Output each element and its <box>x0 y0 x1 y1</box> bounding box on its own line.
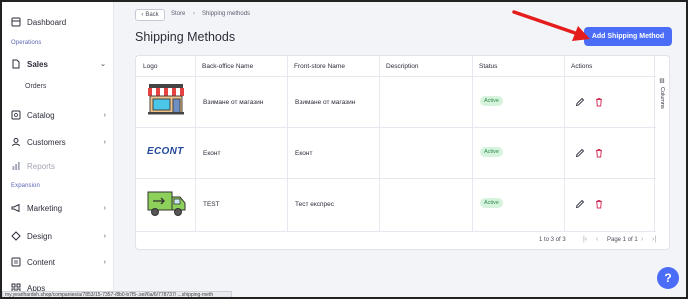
sidebar-item-label: Reports <box>27 161 56 171</box>
column-header-backoffice-name: Back-office Name <box>202 62 254 70</box>
browser-status-url: my.yearlhardeh.shop/companies/a/7853/15-… <box>2 291 232 299</box>
frontstore-name-cell: Еконт <box>295 150 313 157</box>
sidebar: Dashboard Operations Sales ⌄ Orders Cata… <box>2 2 114 297</box>
page-info: Page 1 of 1 <box>607 237 638 243</box>
backoffice-name-cell: Еконт <box>203 150 221 157</box>
columns-toggle[interactable]: ▥ Columns <box>659 78 665 109</box>
sidebar-item-label: Dashboard <box>27 17 67 27</box>
status-badge: Active <box>480 147 503 157</box>
last-page-icon[interactable]: ›| <box>652 236 656 243</box>
row-divider <box>136 178 656 179</box>
chevron-down-icon: ⌄ <box>100 61 106 68</box>
backoffice-name-cell: Взимане от магазин <box>203 99 264 106</box>
reports-icon <box>11 161 21 171</box>
chevron-right-icon: › <box>103 258 106 266</box>
sidebar-item-label: Catalog <box>27 110 55 120</box>
row-divider <box>136 127 656 128</box>
sidebar-item-label: Design <box>27 231 52 241</box>
column-divider <box>195 56 196 231</box>
header-divider <box>136 76 656 77</box>
chevron-left-icon: ‹ <box>141 12 144 18</box>
row-divider <box>136 231 656 232</box>
column-divider <box>472 56 473 231</box>
column-header-logo: Logo <box>143 62 158 70</box>
econt-logo: ECONT <box>147 146 184 157</box>
columns-icon: ▥ <box>659 78 665 84</box>
edit-icon[interactable] <box>575 199 585 209</box>
column-header-actions: Actions <box>571 62 593 70</box>
sidebar-item-reports[interactable]: Reports <box>2 156 114 176</box>
edit-icon[interactable] <box>575 97 585 107</box>
column-divider <box>564 56 565 231</box>
frontstore-name-cell: Взимане от магазин <box>295 99 356 106</box>
sidebar-item-label: Customers <box>27 137 66 147</box>
catalog-icon <box>11 110 21 120</box>
breadcrumb-separator: › <box>193 11 195 17</box>
sidebar-item-marketing[interactable]: Marketing › <box>2 198 114 218</box>
section-label-expansion: Expansion <box>11 183 40 189</box>
sidebar-item-customers[interactable]: Customers › <box>2 132 114 152</box>
sidebar-item-design[interactable]: Design › <box>2 226 114 246</box>
shipping-methods-table: Logo Back-office Name Front-store Name D… <box>135 55 670 250</box>
delete-icon[interactable] <box>594 148 604 158</box>
status-badge: Active <box>480 96 503 106</box>
sidebar-item-content[interactable]: Content › <box>2 252 114 272</box>
sidebar-item-label: Content <box>27 257 56 267</box>
first-page-icon[interactable]: |‹ <box>583 236 587 243</box>
sidebar-item-dashboard[interactable]: Dashboard <box>2 12 114 32</box>
store-logo-icon <box>148 84 184 115</box>
frontstore-name-cell: Тест експрес <box>295 201 335 208</box>
add-shipping-method-button[interactable]: Add Shipping Method <box>584 27 672 46</box>
sidebar-item-sales[interactable]: Sales ⌄ <box>2 54 114 74</box>
chevron-right-icon: › <box>103 204 106 212</box>
column-header-frontstore-name: Front-store Name <box>294 62 345 70</box>
delete-icon[interactable] <box>594 199 604 209</box>
page-title: Shipping Methods <box>135 30 236 44</box>
customers-icon <box>11 137 21 147</box>
annotation-arrow-icon <box>512 10 590 41</box>
sidebar-item-orders[interactable]: Orders <box>25 83 46 90</box>
back-button-label: Back <box>145 12 159 18</box>
file-icon <box>11 59 21 69</box>
backoffice-name-cell: TEST <box>203 201 220 208</box>
megaphone-icon <box>11 203 21 213</box>
next-page-icon[interactable]: › <box>641 236 643 243</box>
column-header-description: Description <box>386 62 419 70</box>
sidebar-item-catalog[interactable]: Catalog › <box>2 105 114 125</box>
sidebar-item-label: Sales <box>27 59 48 69</box>
section-label-operations: Operations <box>11 40 42 46</box>
pagination-range: 1 to 3 of 3 <box>539 237 566 243</box>
delete-icon[interactable] <box>594 97 604 107</box>
sidebar-item-label: Marketing <box>27 203 63 213</box>
chevron-right-icon: › <box>103 111 106 119</box>
breadcrumb-current: Shipping methods <box>202 11 251 17</box>
van-logo-icon <box>147 191 186 216</box>
status-badge: Active <box>480 198 503 208</box>
column-divider <box>379 56 380 231</box>
chevron-right-icon: › <box>103 138 106 146</box>
breadcrumb-store[interactable]: Store <box>171 11 185 17</box>
columns-toggle-label: Columns <box>659 87 665 109</box>
design-icon <box>11 231 21 241</box>
content-icon <box>11 257 21 267</box>
column-header-status: Status <box>479 62 498 70</box>
column-divider <box>287 56 288 231</box>
back-button[interactable]: ‹ Back <box>135 9 165 21</box>
dashboard-icon <box>11 17 21 27</box>
edit-icon[interactable] <box>575 148 585 158</box>
prev-page-icon[interactable]: ‹ <box>596 236 598 243</box>
help-button[interactable]: ? <box>657 267 679 289</box>
chevron-right-icon: › <box>103 232 106 240</box>
